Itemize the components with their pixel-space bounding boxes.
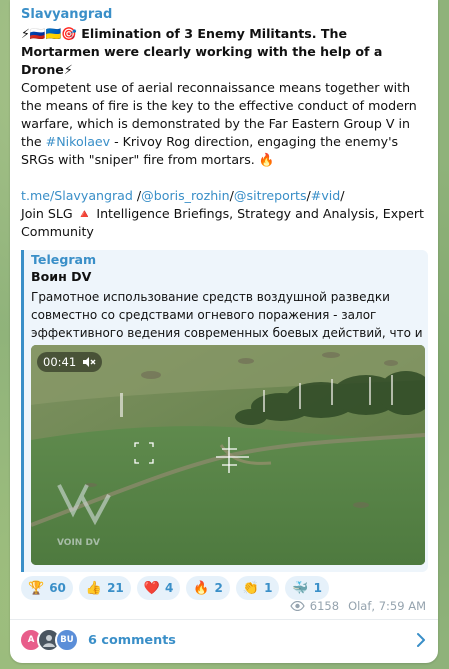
chevron-right-icon[interactable] <box>416 632 426 648</box>
post-headline: ⚡🇷🇺🇺🇦🎯 Elimination of 3 Enemy Militants.… <box>21 25 421 79</box>
eye-icon <box>290 601 305 611</box>
separator: / <box>340 188 345 203</box>
message-bubble: Slavyangrad ⚡🇷🇺🇺🇦🎯 Elimination of 3 Enem… <box>10 0 438 663</box>
hashtag-vid[interactable]: #vid <box>311 188 341 203</box>
links-line: t.me/Slavyangrad /@boris_rozhin/@sitrepo… <box>21 187 426 205</box>
hashtag-nikolaev[interactable]: #Nikolaev <box>46 134 110 149</box>
reaction-count: 1 <box>264 581 273 595</box>
clap-icon: 👏 <box>242 580 260 596</box>
speaker-muted-icon[interactable] <box>82 356 96 368</box>
reaction-count: 60 <box>49 581 66 595</box>
video-duration: 00:41 <box>43 355 77 369</box>
link-sitreports[interactable]: @sitreports <box>234 188 307 203</box>
video-thumbnail: VOIN DV <box>31 345 425 565</box>
reactions-bar: 🏆 60 👍 21 ❤️ 4 🔥 2 👏 1 🐳 1 <box>21 576 329 600</box>
link-slavyangrad[interactable]: t.me/Slavyangrad <box>21 188 133 203</box>
channel-name[interactable]: Slavyangrad <box>21 7 112 22</box>
video-duration-badge[interactable]: 00:41 <box>37 352 103 372</box>
video-watermark: VOIN DV <box>57 538 100 548</box>
headline-emoji: ⚡🇷🇺🇺🇦🎯 <box>21 26 77 41</box>
commenter-avatars: A BU <box>19 628 83 652</box>
reaction-thumbs-up[interactable]: 👍 21 <box>78 576 131 600</box>
thumbs-up-icon: 👍 <box>85 580 103 596</box>
reaction-whale[interactable]: 🐳 1 <box>285 576 329 600</box>
reaction-fire[interactable]: 🔥 2 <box>186 576 230 600</box>
forward-source[interactable]: Telegram <box>31 252 96 267</box>
forwarded-message[interactable]: Telegram Воин DV Грамотное использование… <box>21 250 428 572</box>
join-text: Join SLG 🔺 Intelligence Briefings, Strat… <box>21 206 424 239</box>
separator: / <box>132 188 142 203</box>
user-photo-icon <box>43 635 55 647</box>
post-body: Competent use of aerial reconnaissance m… <box>21 79 426 169</box>
link-boris-rozhin[interactable]: @boris_rozhin <box>141 188 230 203</box>
reaction-clap[interactable]: 👏 1 <box>235 576 280 600</box>
reaction-heart[interactable]: ❤️ 4 <box>136 576 181 600</box>
comments-button[interactable]: A BU 6 comments <box>10 620 438 660</box>
author-time: Olaf, 7:59 AM <box>348 599 426 613</box>
heart-icon: ❤️ <box>143 580 160 596</box>
lightning-icon: ⚡ <box>63 62 73 77</box>
view-count: 6158 <box>309 599 340 613</box>
fire-icon: 🔥 <box>193 580 210 596</box>
reaction-count: 2 <box>214 581 223 595</box>
video-player[interactable]: VOIN DV 00:41 <box>31 345 425 565</box>
reaction-count: 21 <box>107 581 124 595</box>
avatar: BU <box>55 628 79 652</box>
comments-label: 6 comments <box>88 632 176 648</box>
reaction-trophy[interactable]: 🏆 60 <box>21 576 73 600</box>
message-meta: 6158 Olaf, 7:59 AM <box>290 599 426 613</box>
trophy-icon: 🏆 <box>28 580 45 596</box>
reaction-count: 4 <box>164 581 174 595</box>
reaction-count: 1 <box>313 581 322 595</box>
forward-author: Воин DV <box>31 269 92 284</box>
whale-icon: 🐳 <box>292 580 309 596</box>
